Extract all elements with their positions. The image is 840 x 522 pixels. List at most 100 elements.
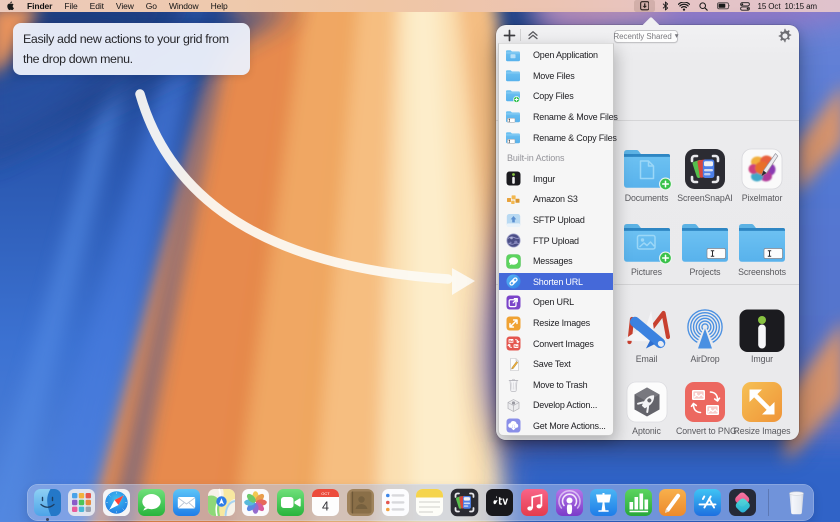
grid-item-label: AirDrop — [676, 354, 734, 364]
menubar-app-name[interactable]: Finder — [21, 0, 58, 12]
menu-item-label: Open URL — [533, 297, 574, 307]
menu-item-imgur[interactable]: Imgur — [499, 169, 613, 190]
dock-safari[interactable] — [102, 488, 131, 517]
grid-item-airdrop[interactable]: AirDrop — [676, 307, 734, 364]
menu-item-convert-images[interactable]: Convert Images — [499, 333, 613, 354]
dock-keynote[interactable] — [589, 488, 618, 517]
menubar-item-file[interactable]: File — [58, 0, 83, 12]
dropzone-popover: Recently Shared ▾ Documents ScreenSnapAI… — [496, 25, 799, 440]
grid-item-aptonic[interactable]: Aptonic — [618, 379, 676, 436]
tutorial-callout: Easily add new actions to your grid from… — [13, 23, 250, 75]
dock-pages[interactable] — [658, 488, 687, 517]
menu-item-rename-move-files[interactable]: Rename & Move Files — [499, 107, 613, 128]
collapse-button[interactable] — [525, 27, 541, 43]
menu-item-copy-files[interactable]: Copy Files — [499, 86, 613, 107]
dock-notes[interactable] — [415, 488, 444, 517]
dock-trash[interactable] — [782, 488, 811, 517]
amazon-s3-icon — [505, 191, 521, 207]
apple-logo-icon — [6, 1, 15, 11]
grid-item-imgur[interactable]: Imgur — [733, 307, 791, 364]
dock-shortcuts[interactable] — [728, 488, 757, 517]
menubar-item-go[interactable]: Go — [140, 0, 163, 12]
menu-item-messages[interactable]: Messages — [499, 251, 613, 272]
dock-mail[interactable] — [172, 488, 201, 517]
documents-icon — [618, 146, 676, 192]
dock-photos[interactable] — [241, 488, 270, 517]
dropdown-caret-icon: ▾ — [675, 31, 679, 40]
menu-item-get-more-actions[interactable]: Get More Actions... — [499, 416, 613, 437]
grid-item-label: Screenshots — [733, 267, 791, 277]
grid-item-label: Resize Images — [733, 426, 791, 436]
menu-item-label: Move Files — [533, 71, 575, 81]
menu-item-sftp-upload[interactable]: SFTP Upload — [499, 210, 613, 231]
control-center-icon[interactable] — [735, 0, 754, 12]
dropdown-label: Recently Shared — [613, 32, 671, 41]
menu-item-rename-copy-files[interactable]: Rename & Copy Files — [499, 127, 613, 148]
dock-music[interactable] — [520, 488, 549, 517]
menubar-item-help[interactable]: Help — [205, 0, 234, 12]
menu-item-amazon-s3[interactable]: Amazon S3 — [499, 189, 613, 210]
menu-item-shorten-url[interactable]: Shorten URL — [499, 272, 613, 293]
menu-item-label: Develop Action... — [533, 400, 597, 410]
wifi-icon[interactable] — [673, 0, 694, 12]
dropzone-menubar-icon[interactable] — [634, 0, 656, 12]
menu-item-develop-action[interactable]: Develop Action... — [499, 395, 613, 416]
menu-item-save-text[interactable]: Save Text — [499, 354, 613, 375]
grid-item-screenshots[interactable]: Screenshots — [733, 220, 791, 277]
grid-item-convert-to-png[interactable]: Convert to PNG — [676, 379, 734, 436]
grid-item-label: ScreenSnapAI — [676, 193, 734, 203]
copy-files-icon — [505, 88, 521, 104]
projects-icon — [676, 220, 734, 266]
grid-item-pictures[interactable]: Pictures — [618, 220, 676, 277]
apple-menu[interactable] — [0, 0, 21, 12]
menubar-item-edit[interactable]: Edit — [84, 0, 110, 12]
menu-item-ftp-upload[interactable]: FTP Upload — [499, 230, 613, 251]
pictures-icon — [618, 220, 676, 266]
recently-shared-dropdown[interactable]: Recently Shared ▾ — [614, 30, 678, 43]
convert-to-png-icon — [676, 379, 734, 425]
dock-messages[interactable] — [137, 488, 166, 517]
ftp-upload-icon — [505, 233, 521, 249]
dock-maps[interactable] — [207, 488, 236, 517]
dock-reminders[interactable] — [381, 488, 410, 517]
dock-calendar-day: 4 — [322, 500, 329, 514]
grid-item-resize-images[interactable]: Resize Images — [733, 379, 791, 436]
menu-item-move-to-trash[interactable]: Move to Trash — [499, 375, 613, 396]
dock-numbers[interactable] — [624, 488, 653, 517]
dock-screensnapai[interactable] — [450, 488, 479, 517]
menu-item-label: Open Application — [533, 50, 598, 60]
bluetooth-icon[interactable] — [657, 0, 673, 12]
menu-item-open-application[interactable]: Open Application — [499, 45, 613, 66]
dock-facetime[interactable] — [276, 488, 305, 517]
menubar-date[interactable]: 15 Oct — [757, 2, 780, 11]
develop-action-icon — [505, 397, 521, 413]
dock-finder[interactable] — [33, 488, 62, 517]
grid-item-email[interactable]: Email — [618, 307, 676, 364]
menu-item-move-files[interactable]: Move Files — [499, 66, 613, 87]
dock-podcasts[interactable] — [555, 488, 584, 517]
menubar-item-view[interactable]: View — [110, 0, 140, 12]
menu-item-label: FTP Upload — [533, 236, 579, 246]
dock-contacts[interactable] — [346, 488, 375, 517]
battery-icon[interactable] — [712, 0, 735, 12]
menu-item-label: Save Text — [533, 359, 571, 369]
menubar-time[interactable]: 10:15 am — [784, 2, 817, 11]
menu-item-resize-images[interactable]: Resize Images — [499, 313, 613, 334]
dock-calendar[interactable]: OCT 4 — [311, 488, 340, 517]
finder-running-indicator — [46, 518, 49, 521]
dock-launchpad[interactable] — [67, 488, 96, 517]
plus-icon — [503, 29, 516, 42]
grid-item-pixelmator[interactable]: Pixelmator — [733, 146, 791, 203]
menu-item-label: Rename & Move Files — [533, 112, 618, 122]
dock-tv[interactable] — [485, 488, 514, 517]
grid-item-documents[interactable]: Documents — [618, 146, 676, 203]
menubar-item-window[interactable]: Window — [163, 0, 205, 12]
grid-item-projects[interactable]: Projects — [676, 220, 734, 277]
dock-appstore[interactable] — [693, 488, 722, 517]
grid-item-screensnapai[interactable]: ScreenSnapAI — [676, 146, 734, 203]
spotlight-search-icon[interactable] — [694, 0, 712, 12]
menu-item-open-url[interactable]: Open URL — [499, 292, 613, 313]
rename-move-files-icon — [505, 109, 521, 125]
add-action-button[interactable] — [501, 27, 518, 43]
settings-gear-button[interactable] — [777, 28, 792, 43]
